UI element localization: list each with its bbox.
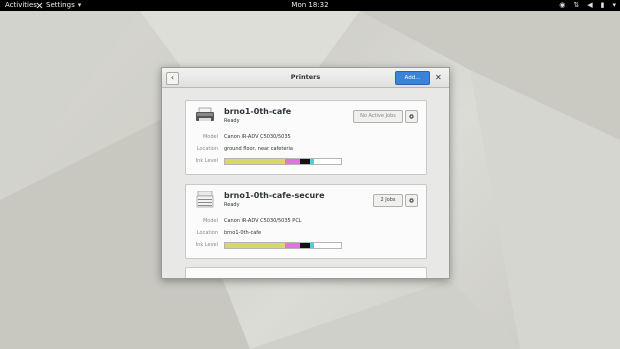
ink-segment	[300, 159, 310, 164]
ink-level-label: Ink Level	[195, 242, 218, 248]
ink-segment	[225, 159, 286, 164]
location-label: Location	[196, 146, 218, 152]
ink-segment	[225, 243, 286, 248]
chevron-down-icon: ▾	[612, 1, 616, 9]
location-value: ground floor, near cafeteria	[224, 146, 293, 152]
clock[interactable]: Mon 18:32	[0, 0, 620, 11]
model-label: Model	[202, 218, 218, 224]
gear-icon	[409, 198, 414, 203]
close-icon[interactable]: ✕	[435, 72, 442, 83]
accessibility-icon: ◉	[559, 1, 566, 9]
printer-card: brno1-0th-cafe-secure Ready 2 Jobs Model…	[185, 184, 427, 259]
ink-level-label: Ink Level	[195, 158, 218, 164]
location-label: Location	[196, 230, 218, 236]
ink-segment	[309, 159, 315, 164]
printer-name: brno1-0th-cafe	[224, 107, 292, 116]
ink-segment	[285, 243, 301, 248]
printer-name: brno1-0th-cafe-secure	[224, 191, 325, 200]
printer-card: brno1-0th-cafe Ready No Active Jobs Mode…	[185, 100, 427, 175]
ink-segment	[285, 159, 301, 164]
printer-settings-button[interactable]	[405, 194, 418, 207]
status-area[interactable]: ◉ ⇅ ◀ ▮ ▾	[559, 0, 616, 11]
location-value: brno1-0th-cafe	[224, 230, 262, 236]
dialog-header: ‹ Printers Add... ✕	[162, 68, 449, 88]
volume-icon: ◀	[587, 1, 593, 9]
model-value: Canon iR-ADV C5030/5035 PCL	[224, 218, 302, 224]
printer-icon	[196, 107, 214, 121]
gear-icon	[409, 114, 414, 119]
network-icon: ⇅	[573, 1, 580, 9]
ink-level-bar	[224, 158, 342, 165]
add-printer-button[interactable]: Add...	[395, 71, 430, 85]
ink-segment	[300, 243, 310, 248]
model-label: Model	[202, 134, 218, 140]
printer-status: Ready	[224, 118, 240, 124]
top-bar: Activities Settings ▾ Mon 18:32 ◉ ⇅ ◀ ▮ …	[0, 0, 620, 11]
model-value: Canon iR-ADV C5030/5035	[224, 134, 291, 140]
printer-settings-button[interactable]	[405, 110, 418, 123]
printer-list[interactable]: brno1-0th-cafe Ready No Active Jobs Mode…	[162, 88, 449, 278]
printer-icon	[196, 191, 214, 208]
printer-card	[185, 267, 427, 278]
ink-level-bar	[224, 242, 342, 249]
ink-segment	[309, 243, 315, 248]
jobs-button[interactable]: 2 Jobs	[373, 194, 403, 207]
battery-icon: ▮	[600, 1, 605, 9]
printers-dialog: ‹ Printers Add... ✕ brno1-0th-cafe Ready…	[161, 67, 450, 279]
printer-status: Ready	[224, 202, 240, 208]
jobs-button[interactable]: No Active Jobs	[353, 110, 403, 123]
